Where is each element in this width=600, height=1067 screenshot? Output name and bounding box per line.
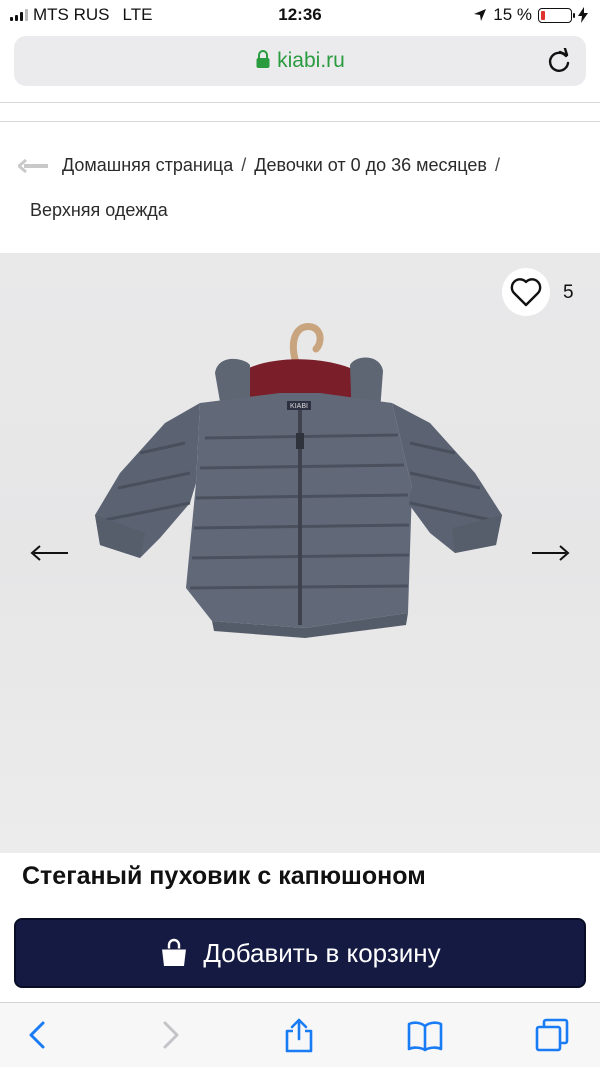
add-to-cart-label: Добавить в корзину [203, 937, 441, 968]
breadcrumb-row: Домашняя страница / Девочки от 0 до 36 м… [18, 155, 508, 176]
breadcrumb-link-outerwear[interactable]: Верхняя одежда [30, 200, 168, 221]
browser-toolbar [0, 1002, 600, 1067]
favorites-count: 5 [563, 282, 574, 303]
tabs-icon[interactable] [534, 1017, 570, 1053]
back-arrow-icon[interactable] [18, 158, 48, 173]
location-icon [474, 9, 487, 21]
status-right: 15 % [473, 5, 588, 25]
charging-icon [578, 7, 588, 23]
back-icon[interactable] [20, 1017, 56, 1053]
product-image[interactable]: KIABI [0, 253, 600, 853]
jacket-image: KIABI [95, 323, 502, 638]
address-bar[interactable]: kiabi.ru [14, 36, 586, 86]
breadcrumb-link-home[interactable]: Домашняя страница [62, 155, 233, 176]
forward-icon[interactable] [152, 1017, 188, 1053]
shopping-bag-icon [162, 938, 187, 966]
divider [0, 102, 600, 103]
reload-icon[interactable] [546, 48, 572, 74]
prev-image-arrow-icon[interactable] [30, 543, 70, 563]
battery-icon [538, 7, 575, 23]
url-domain: kiabi.ru [277, 49, 345, 72]
bookmarks-icon[interactable] [407, 1017, 443, 1053]
lock-icon [256, 50, 270, 68]
next-image-arrow-icon[interactable] [530, 543, 570, 563]
battery-fill [541, 10, 546, 20]
breadcrumb-separator: / [241, 155, 247, 175]
battery-percent: 15 % [493, 5, 532, 24]
favorite-button[interactable] [502, 268, 550, 316]
share-icon[interactable] [281, 1017, 317, 1053]
add-to-cart-button[interactable]: Добавить в корзину [14, 918, 586, 988]
breadcrumb-link-girls[interactable]: Девочки от 0 до 36 месяцев [254, 155, 487, 176]
breadcrumb-separator: / [494, 155, 500, 175]
product-title: Стеганый пуховик с капюшоном [22, 862, 426, 890]
url-display[interactable]: kiabi.ru [14, 49, 586, 73]
heart-icon [510, 278, 542, 307]
jacket-label: KIABI [290, 403, 308, 410]
divider [0, 121, 600, 122]
status-bar: MTS RUS LTE 12:36 15 % [0, 0, 600, 30]
